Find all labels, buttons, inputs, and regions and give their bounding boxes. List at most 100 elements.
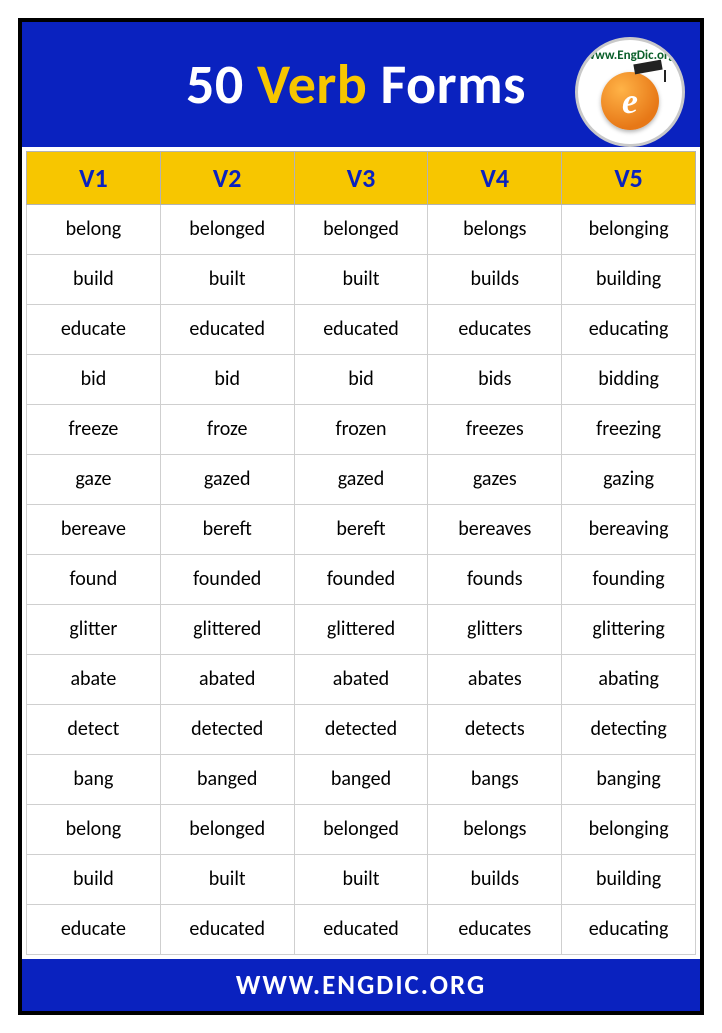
table-cell: freezing <box>562 405 696 455</box>
table-cell: educating <box>562 305 696 355</box>
table-cell: detected <box>160 705 294 755</box>
column-header-v1: V1 <box>27 152 161 205</box>
table-cell: build <box>27 255 161 305</box>
table-cell: frozen <box>294 405 428 455</box>
table-cell: educates <box>428 905 562 955</box>
table-cell: founded <box>160 555 294 605</box>
table-cell: banging <box>562 755 696 805</box>
table-cell: froze <box>160 405 294 455</box>
table-cell: educated <box>294 905 428 955</box>
table-cell: freeze <box>27 405 161 455</box>
table-row: bereavebereftbereftbereavesbereaving <box>27 505 696 555</box>
table-row: foundfoundedfoundedfoundsfounding <box>27 555 696 605</box>
table-cell: bidding <box>562 355 696 405</box>
verb-forms-table: V1 V2 V3 V4 V5 belongbelongedbelongedbel… <box>26 151 696 955</box>
table-cell: gaze <box>27 455 161 505</box>
table-cell: freezes <box>428 405 562 455</box>
table-cell: abating <box>562 655 696 705</box>
engdic-logo: www.EngDic.org <box>575 37 685 147</box>
table-cell: found <box>27 555 161 605</box>
table-cell: bereft <box>294 505 428 555</box>
footer-banner: WWW.ENGDIC.ORG <box>22 959 700 1011</box>
header-banner: 50 Verb Forms www.EngDic.org <box>22 22 700 147</box>
table-cell: built <box>160 855 294 905</box>
table-cell: abate <box>27 655 161 705</box>
table-cell: built <box>294 255 428 305</box>
title-word-2: Verb <box>257 51 367 119</box>
table-cell: builds <box>428 255 562 305</box>
table-row: freezefrozefrozenfreezesfreezing <box>27 405 696 455</box>
table-cell: bangs <box>428 755 562 805</box>
table-cell: educated <box>160 905 294 955</box>
table-row: gazegazedgazedgazesgazing <box>27 455 696 505</box>
column-header-v5: V5 <box>562 152 696 205</box>
table-cell: belonged <box>294 805 428 855</box>
table-cell: gazed <box>294 455 428 505</box>
table-cell: belonged <box>160 205 294 255</box>
table-cell: banged <box>160 755 294 805</box>
table-cell: educate <box>27 905 161 955</box>
table-cell: gazed <box>160 455 294 505</box>
column-header-v4: V4 <box>428 152 562 205</box>
table-cell: belonged <box>294 205 428 255</box>
table-cell: glittered <box>160 605 294 655</box>
table-cell: belongs <box>428 805 562 855</box>
column-header-v2: V2 <box>160 152 294 205</box>
table-cell: bereaving <box>562 505 696 555</box>
table-cell: bereave <box>27 505 161 555</box>
table-header-row: V1 V2 V3 V4 V5 <box>27 152 696 205</box>
table-row: belongbelongedbelongedbelongsbelonging <box>27 805 696 855</box>
table-cell: builds <box>428 855 562 905</box>
table-cell: building <box>562 855 696 905</box>
table-cell: bid <box>294 355 428 405</box>
table-cell: detects <box>428 705 562 755</box>
table-cell: abated <box>160 655 294 705</box>
table-cell: detected <box>294 705 428 755</box>
table-cell: bids <box>428 355 562 405</box>
table-row: glitterglitteredglitteredglittersglitter… <box>27 605 696 655</box>
table-cell: glitter <box>27 605 161 655</box>
table-cell: detect <box>27 705 161 755</box>
footer-link-text: WWW.ENGDIC.ORG <box>236 969 486 1002</box>
page-frame: 50 Verb Forms www.EngDic.org V1 V2 <box>0 0 722 1033</box>
table-cell: founded <box>294 555 428 605</box>
table-cell: belong <box>27 205 161 255</box>
table-row: educateeducatededucatededucateseducating <box>27 905 696 955</box>
table-cell: educate <box>27 305 161 355</box>
table-cell: building <box>562 255 696 305</box>
table-cell: build <box>27 855 161 905</box>
table-row: detectdetecteddetecteddetectsdetecting <box>27 705 696 755</box>
table-cell: detecting <box>562 705 696 755</box>
table-cell: bereft <box>160 505 294 555</box>
table-cell: gazes <box>428 455 562 505</box>
table-cell: educates <box>428 305 562 355</box>
graduation-cap-icon <box>634 62 664 80</box>
table-cell: gazing <box>562 455 696 505</box>
table-cell: glittering <box>562 605 696 655</box>
table-row: buildbuiltbuiltbuildsbuilding <box>27 255 696 305</box>
table-row: buildbuiltbuiltbuildsbuilding <box>27 855 696 905</box>
table-cell: glitters <box>428 605 562 655</box>
table-cell: belongs <box>428 205 562 255</box>
title-word-3: Forms <box>381 51 526 119</box>
column-header-v3: V3 <box>294 152 428 205</box>
table-cell: glittered <box>294 605 428 655</box>
table-row: educateeducatededucatededucateseducating <box>27 305 696 355</box>
table-cell: bereaves <box>428 505 562 555</box>
table-cell: educated <box>160 305 294 355</box>
table-cell: educated <box>294 305 428 355</box>
table-cell: belonging <box>562 205 696 255</box>
inner-border: 50 Verb Forms www.EngDic.org V1 V2 <box>18 18 704 1015</box>
table-cell: bid <box>160 355 294 405</box>
table-row: abateabatedabatedabatesabating <box>27 655 696 705</box>
table-row: bidbidbidbidsbidding <box>27 355 696 405</box>
table-cell: bid <box>27 355 161 405</box>
table-cell: belong <box>27 805 161 855</box>
table-cell: bang <box>27 755 161 805</box>
table-cell: built <box>160 255 294 305</box>
table-row: belongbelongedbelongedbelongsbelonging <box>27 205 696 255</box>
table-container: V1 V2 V3 V4 V5 belongbelongedbelongedbel… <box>22 147 700 959</box>
table-row: bangbangedbangedbangsbanging <box>27 755 696 805</box>
table-cell: belonging <box>562 805 696 855</box>
table-cell: abates <box>428 655 562 705</box>
